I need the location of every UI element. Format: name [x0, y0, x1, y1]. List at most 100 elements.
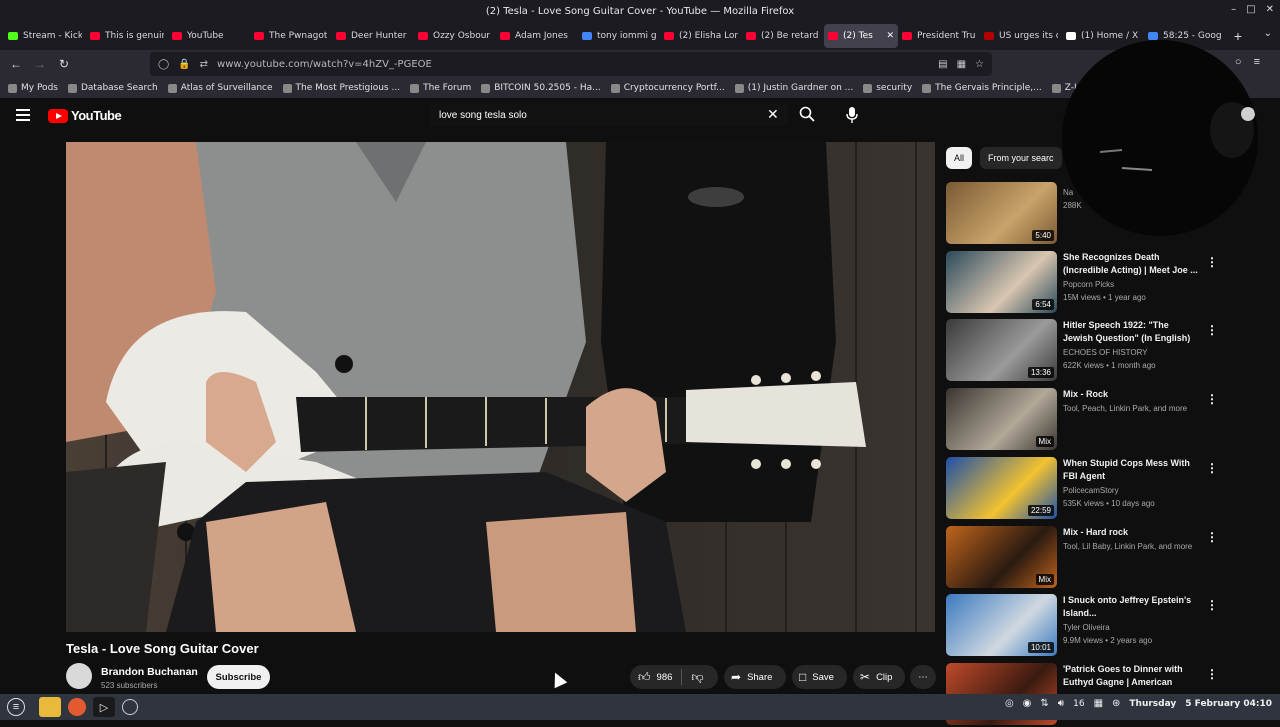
like-count[interactable]: 986	[657, 672, 673, 683]
more-vert-icon[interactable]: ⋮	[1206, 461, 1218, 475]
video-player[interactable]	[66, 142, 935, 632]
clip-button[interactable]: ✂ Clip	[853, 665, 905, 689]
network-icon[interactable]: ⇅	[1040, 698, 1048, 709]
new-tab-icon[interactable]: +	[1228, 28, 1248, 44]
recommendation-item[interactable]: Mix Mix - Hard rock Tool, Lil Baby, Linkin…	[946, 526, 1226, 590]
more-vert-icon[interactable]: ⋮	[1206, 667, 1218, 681]
shield-tray-icon[interactable]: ◉	[1023, 698, 1032, 709]
recommendation-title[interactable]: Mix - Rock	[1063, 388, 1201, 401]
url-text[interactable]: www.youtube.com/watch?v=4hZV_-PGEOE	[217, 59, 432, 70]
clock-datetime[interactable]: 5 February 04:10	[1185, 699, 1272, 709]
filter-chip[interactable]: From your searc	[980, 147, 1062, 169]
browser-tab[interactable]: (2) Be retard	[742, 24, 824, 48]
video-thumbnail[interactable]: 5:40	[946, 182, 1057, 244]
reload-icon[interactable]: ↻	[52, 57, 76, 71]
permissions-icon[interactable]: ⇄	[200, 59, 208, 70]
browser-tab[interactable]: Deer Hunter	[332, 24, 414, 48]
menu-icon[interactable]: ≡	[1254, 56, 1260, 68]
recommendation-item[interactable]: 6:54 She Recognizes Death (Incredible Act…	[946, 251, 1226, 315]
recommendation-item[interactable]: 22:59 When Stupid Cops Mess With FBI Agen…	[946, 457, 1226, 521]
more-vert-icon[interactable]: ⋮	[1206, 392, 1218, 406]
vpn-icon[interactable]: ◎	[1005, 698, 1014, 709]
bookmark-item[interactable]: (1) Justin Gardner on ...	[734, 83, 853, 93]
browser-tab[interactable]: The Pwnagot	[250, 24, 332, 48]
browser-tab[interactable]: tony iommi g	[578, 24, 660, 48]
clear-search-icon[interactable]: ✕	[767, 106, 779, 123]
share-button[interactable]: ➦ Share	[724, 665, 786, 689]
youtube-logo[interactable]: YouTube	[48, 108, 122, 123]
hamburger-menu-icon[interactable]	[16, 109, 30, 121]
url-bar[interactable]: ◯ 🔒 ⇄ www.youtube.com/watch?v=4hZV_-PGEO…	[150, 52, 992, 76]
recommendation-title[interactable]: Hitler Speech 1922: "The Jewish Question…	[1063, 319, 1201, 344]
bookmark-item[interactable]: BITCOIN 50.2505 - Ha...	[481, 83, 601, 93]
like-icon[interactable]: 👍︎	[638, 670, 651, 685]
more-vert-icon[interactable]: ⋮	[1206, 598, 1218, 612]
browser-tab[interactable]: This is genuin	[86, 24, 168, 48]
lock-icon[interactable]: 🔒	[178, 59, 190, 70]
bookmark-item[interactable]: Database Search	[67, 83, 158, 93]
recommendation-channel[interactable]: PolicecamStory	[1063, 486, 1119, 495]
files-icon[interactable]	[39, 697, 61, 717]
bookmark-star-icon[interactable]: ☆	[975, 59, 984, 70]
browser-tab[interactable]: (2) Elisha Lor	[660, 24, 742, 48]
more-vert-icon[interactable]: ⋮	[1206, 255, 1218, 269]
recommendation-channel[interactable]: Popcorn Picks	[1063, 280, 1114, 289]
browser-tab[interactable]: Stream - Kick	[4, 24, 86, 48]
more-vert-icon[interactable]: ⋮	[1206, 323, 1218, 337]
bookmark-item[interactable]: Cryptocurrency Portf...	[610, 83, 725, 93]
start-menu-icon[interactable]: ≡	[7, 698, 25, 716]
browser-tab[interactable]: YouTube	[168, 24, 250, 48]
recommendation-channel[interactable]: Tool, Peach, Linkin Park, and more	[1063, 404, 1187, 413]
recommendation-channel[interactable]: Tyler Oliveira	[1063, 623, 1110, 632]
recommendation-title[interactable]: She Recognizes Death (Incredible Acting)…	[1063, 251, 1201, 276]
dislike-icon[interactable]: 👎︎	[691, 670, 703, 685]
recommendation-channel[interactable]: Na	[1063, 188, 1073, 197]
translate-icon[interactable]: ▦	[957, 59, 966, 70]
search-icon[interactable]	[799, 106, 815, 122]
maximize-icon[interactable]: □	[1246, 4, 1255, 15]
filter-chip[interactable]: All	[946, 147, 973, 169]
bluetooth-icon[interactable]: ⊛	[1112, 698, 1120, 709]
video-thumbnail[interactable]: Mix	[946, 526, 1057, 588]
back-icon[interactable]: ←	[4, 57, 28, 71]
bookmark-item[interactable]: Atlas of Surveillance	[167, 83, 273, 93]
recommendation-item[interactable]: 13:36 Hitler Speech 1922: "The Jewish Que…	[946, 319, 1226, 383]
recommendation-title[interactable]: 'Patrick Goes to Dinner with Euthyd Gagn…	[1063, 663, 1201, 688]
more-vert-icon[interactable]: ⋮	[1206, 530, 1218, 544]
microphone-icon[interactable]	[845, 106, 859, 124]
bookmark-item[interactable]: The Forum	[410, 83, 471, 93]
forward-icon[interactable]: →	[28, 57, 52, 71]
video-thumbnail[interactable]: 22:59	[946, 457, 1057, 519]
browser-tab[interactable]: Adam Jones	[496, 24, 578, 48]
search-query[interactable]: love song tesla solo	[439, 110, 527, 121]
channel-avatar[interactable]	[66, 663, 92, 689]
tab-close-icon[interactable]: ✕	[884, 31, 894, 41]
bookmark-item[interactable]: security	[863, 83, 912, 93]
video-thumbnail[interactable]: Mix	[946, 388, 1057, 450]
close-icon[interactable]: ✕	[1266, 4, 1274, 15]
more-actions-button[interactable]: ⋯	[910, 665, 936, 689]
video-thumbnail[interactable]: 10:01	[946, 594, 1057, 656]
volume-icon[interactable]: 🔊︎	[1058, 698, 1064, 709]
shield-icon[interactable]: ◯	[158, 59, 169, 70]
bookmark-item[interactable]: The Gervais Principle,...	[922, 83, 1042, 93]
firefox-icon[interactable]	[68, 698, 86, 716]
video-frame[interactable]	[66, 142, 935, 632]
clock-day[interactable]: Thursday	[1129, 699, 1176, 709]
chrome-icon[interactable]	[122, 699, 138, 715]
extension-icon[interactable]: ○	[1235, 56, 1242, 68]
bookmark-item[interactable]: The Most Prestigious ...	[282, 83, 400, 93]
video-thumbnail[interactable]: 6:54	[946, 251, 1057, 313]
browser-tab[interactable]: (2) Tes ✕	[824, 24, 898, 48]
recommendation-title[interactable]: I Snuck onto Jeffrey Epstein's Island...	[1063, 594, 1201, 619]
list-all-tabs-icon[interactable]: ⌄	[1264, 28, 1272, 39]
reader-view-icon[interactable]: ▤	[938, 59, 947, 70]
video-thumbnail[interactable]: 13:36	[946, 319, 1057, 381]
recommendation-item[interactable]: 10:01 I Snuck onto Jeffrey Epstein's Isla…	[946, 594, 1226, 658]
bookmark-item[interactable]: My Pods	[8, 83, 58, 93]
recommendation-channel[interactable]: ECHOES OF HISTORY	[1063, 348, 1148, 357]
recommendation-item[interactable]: Mix Mix - Rock Tool, Peach, Linkin Park, a…	[946, 388, 1226, 452]
ethernet-icon[interactable]: ▦	[1094, 698, 1103, 709]
recommendation-channel[interactable]: Tool, Lil Baby, Linkin Park, and more	[1063, 542, 1192, 551]
recommendation-title[interactable]: When Stupid Cops Mess With FBI Agent	[1063, 457, 1201, 482]
